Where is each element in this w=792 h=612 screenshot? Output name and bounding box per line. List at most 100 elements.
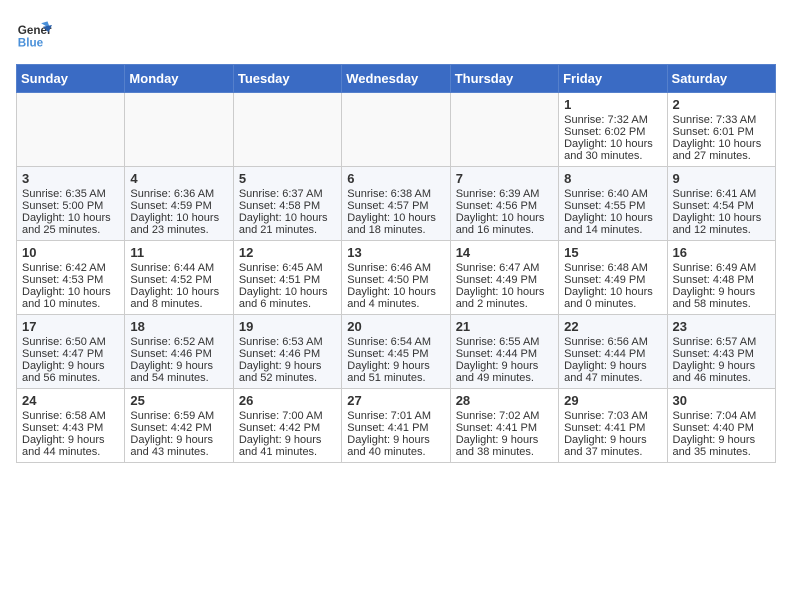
- day-info-line: Sunrise: 6:53 AM: [239, 336, 336, 348]
- day-info-line: Sunset: 4:42 PM: [130, 422, 227, 434]
- calendar-cell: [342, 93, 450, 167]
- day-info-line: Sunset: 4:56 PM: [456, 200, 553, 212]
- day-number: 25: [130, 393, 227, 408]
- calendar-cell: 23Sunrise: 6:57 AMSunset: 4:43 PMDayligh…: [667, 315, 775, 389]
- day-number: 27: [347, 393, 444, 408]
- calendar-header-row: SundayMondayTuesdayWednesdayThursdayFrid…: [17, 65, 776, 93]
- calendar-cell: 30Sunrise: 7:04 AMSunset: 4:40 PMDayligh…: [667, 389, 775, 463]
- weekday-header: Saturday: [667, 65, 775, 93]
- day-info-line: Sunset: 4:41 PM: [347, 422, 444, 434]
- day-info-line: Sunrise: 6:44 AM: [130, 262, 227, 274]
- day-info-line: Sunset: 4:48 PM: [673, 274, 770, 286]
- day-info-line: and 43 minutes.: [130, 446, 227, 458]
- calendar-cell: 16Sunrise: 6:49 AMSunset: 4:48 PMDayligh…: [667, 241, 775, 315]
- day-number: 22: [564, 319, 661, 334]
- calendar-week-row: 1Sunrise: 7:32 AMSunset: 6:02 PMDaylight…: [17, 93, 776, 167]
- calendar-cell: 8Sunrise: 6:40 AMSunset: 4:55 PMDaylight…: [559, 167, 667, 241]
- day-info-line: Daylight: 9 hours: [239, 360, 336, 372]
- day-info-line: Sunrise: 7:32 AM: [564, 114, 661, 126]
- day-info-line: Sunset: 4:44 PM: [564, 348, 661, 360]
- day-number: 18: [130, 319, 227, 334]
- calendar-cell: 22Sunrise: 6:56 AMSunset: 4:44 PMDayligh…: [559, 315, 667, 389]
- day-info-line: Sunset: 4:49 PM: [564, 274, 661, 286]
- calendar-table: SundayMondayTuesdayWednesdayThursdayFrid…: [16, 64, 776, 463]
- calendar-cell: 7Sunrise: 6:39 AMSunset: 4:56 PMDaylight…: [450, 167, 558, 241]
- calendar-cell: 5Sunrise: 6:37 AMSunset: 4:58 PMDaylight…: [233, 167, 341, 241]
- day-info-line: Sunset: 6:02 PM: [564, 126, 661, 138]
- logo: General Blue: [16, 16, 52, 52]
- day-info-line: Daylight: 10 hours: [347, 212, 444, 224]
- day-info-line: Daylight: 10 hours: [564, 212, 661, 224]
- day-info-line: Sunset: 4:50 PM: [347, 274, 444, 286]
- calendar-cell: [125, 93, 233, 167]
- day-info-line: and 58 minutes.: [673, 298, 770, 310]
- calendar-cell: 18Sunrise: 6:52 AMSunset: 4:46 PMDayligh…: [125, 315, 233, 389]
- day-number: 26: [239, 393, 336, 408]
- calendar-week-row: 24Sunrise: 6:58 AMSunset: 4:43 PMDayligh…: [17, 389, 776, 463]
- day-info-line: Daylight: 10 hours: [239, 286, 336, 298]
- day-info-line: Daylight: 9 hours: [239, 434, 336, 446]
- day-info-line: Sunset: 4:46 PM: [239, 348, 336, 360]
- day-info-line: and 12 minutes.: [673, 224, 770, 236]
- day-info-line: and 4 minutes.: [347, 298, 444, 310]
- weekday-header: Friday: [559, 65, 667, 93]
- day-number: 21: [456, 319, 553, 334]
- calendar-cell: [450, 93, 558, 167]
- day-info-line: Sunrise: 6:55 AM: [456, 336, 553, 348]
- day-info-line: Sunset: 4:42 PM: [239, 422, 336, 434]
- day-info-line: Sunrise: 6:45 AM: [239, 262, 336, 274]
- calendar-cell: 15Sunrise: 6:48 AMSunset: 4:49 PMDayligh…: [559, 241, 667, 315]
- day-info-line: Daylight: 10 hours: [564, 286, 661, 298]
- day-number: 4: [130, 171, 227, 186]
- day-info-line: Daylight: 10 hours: [347, 286, 444, 298]
- day-info-line: and 56 minutes.: [22, 372, 119, 384]
- day-info-line: and 30 minutes.: [564, 150, 661, 162]
- day-info-line: Daylight: 9 hours: [456, 360, 553, 372]
- day-number: 28: [456, 393, 553, 408]
- day-number: 15: [564, 245, 661, 260]
- day-info-line: Daylight: 9 hours: [456, 434, 553, 446]
- day-info-line: and 10 minutes.: [22, 298, 119, 310]
- day-info-line: Daylight: 10 hours: [456, 212, 553, 224]
- day-info-line: Sunrise: 6:42 AM: [22, 262, 119, 274]
- day-info-line: and 2 minutes.: [456, 298, 553, 310]
- day-info-line: and 21 minutes.: [239, 224, 336, 236]
- day-info-line: Sunset: 4:41 PM: [456, 422, 553, 434]
- day-info-line: and 44 minutes.: [22, 446, 119, 458]
- day-info-line: Daylight: 9 hours: [673, 434, 770, 446]
- calendar-cell: [17, 93, 125, 167]
- day-info-line: and 54 minutes.: [130, 372, 227, 384]
- day-info-line: Daylight: 10 hours: [22, 212, 119, 224]
- day-number: 13: [347, 245, 444, 260]
- calendar-cell: 26Sunrise: 7:00 AMSunset: 4:42 PMDayligh…: [233, 389, 341, 463]
- day-number: 30: [673, 393, 770, 408]
- day-info-line: Sunrise: 7:33 AM: [673, 114, 770, 126]
- calendar-week-row: 10Sunrise: 6:42 AMSunset: 4:53 PMDayligh…: [17, 241, 776, 315]
- calendar-cell: 28Sunrise: 7:02 AMSunset: 4:41 PMDayligh…: [450, 389, 558, 463]
- calendar-week-row: 17Sunrise: 6:50 AMSunset: 4:47 PMDayligh…: [17, 315, 776, 389]
- day-info-line: Sunset: 4:59 PM: [130, 200, 227, 212]
- day-info-line: Sunrise: 6:59 AM: [130, 410, 227, 422]
- day-number: 17: [22, 319, 119, 334]
- calendar-cell: 29Sunrise: 7:03 AMSunset: 4:41 PMDayligh…: [559, 389, 667, 463]
- day-info-line: Sunrise: 6:37 AM: [239, 188, 336, 200]
- day-info-line: Daylight: 9 hours: [130, 360, 227, 372]
- day-number: 1: [564, 97, 661, 112]
- day-info-line: Sunset: 4:51 PM: [239, 274, 336, 286]
- day-info-line: Sunrise: 6:35 AM: [22, 188, 119, 200]
- calendar-week-row: 3Sunrise: 6:35 AMSunset: 5:00 PMDaylight…: [17, 167, 776, 241]
- day-info-line: Sunrise: 7:03 AM: [564, 410, 661, 422]
- day-info-line: and 18 minutes.: [347, 224, 444, 236]
- day-info-line: Sunset: 4:47 PM: [22, 348, 119, 360]
- day-info-line: and 51 minutes.: [347, 372, 444, 384]
- day-number: 2: [673, 97, 770, 112]
- calendar-cell: 17Sunrise: 6:50 AMSunset: 4:47 PMDayligh…: [17, 315, 125, 389]
- calendar-cell: 25Sunrise: 6:59 AMSunset: 4:42 PMDayligh…: [125, 389, 233, 463]
- day-info-line: and 41 minutes.: [239, 446, 336, 458]
- day-number: 20: [347, 319, 444, 334]
- day-number: 11: [130, 245, 227, 260]
- day-number: 10: [22, 245, 119, 260]
- day-info-line: Sunset: 4:55 PM: [564, 200, 661, 212]
- day-info-line: Sunrise: 6:49 AM: [673, 262, 770, 274]
- day-info-line: Daylight: 9 hours: [347, 360, 444, 372]
